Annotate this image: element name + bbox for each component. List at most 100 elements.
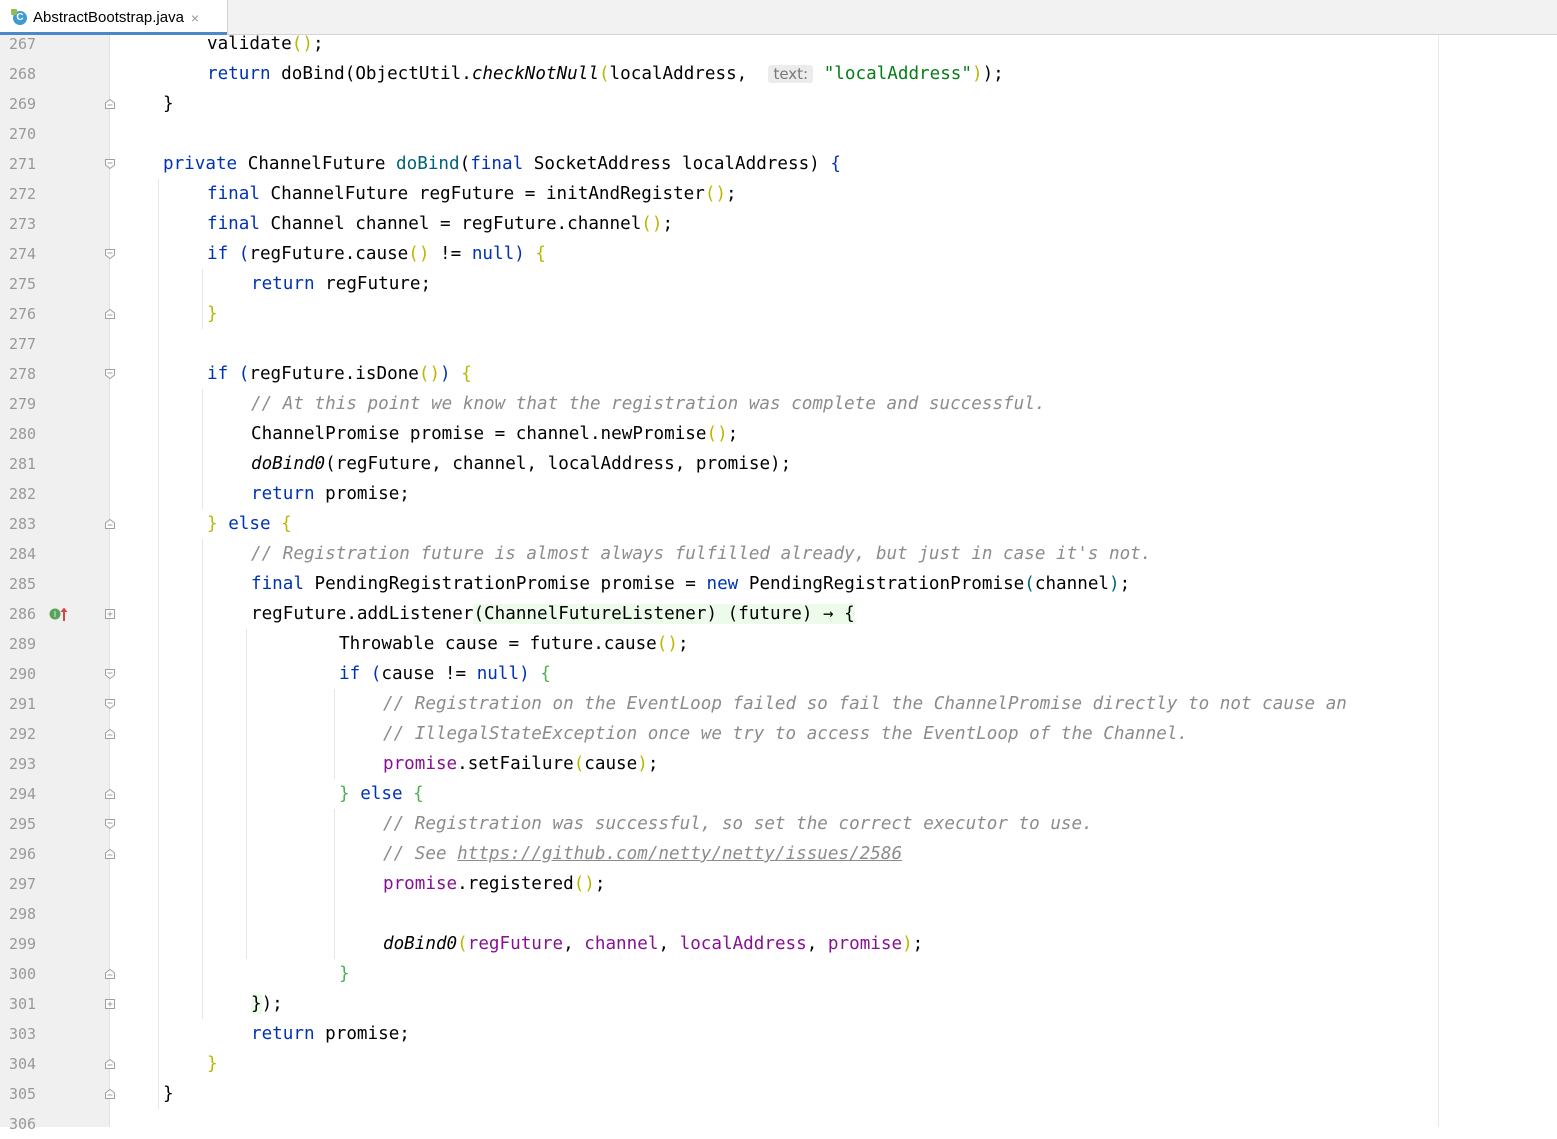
fold-start-icon[interactable] bbox=[104, 158, 116, 170]
code-line[interactable]: 294 } else { bbox=[0, 779, 1557, 809]
code-text[interactable]: doBind0(regFuture, channel, localAddress… bbox=[383, 929, 923, 959]
code-text[interactable]: } else { bbox=[339, 779, 424, 809]
code-line[interactable]: 297 promise.registered(); bbox=[0, 869, 1557, 899]
code-line[interactable]: 272 final ChannelFuture regFuture = initA… bbox=[0, 179, 1557, 209]
line-number[interactable]: 278 bbox=[9, 359, 49, 389]
code-line[interactable]: 276} bbox=[0, 299, 1557, 329]
code-line[interactable]: 278 if (regFuture.isDone()) { bbox=[0, 359, 1557, 389]
code-line[interactable]: 301}); bbox=[0, 989, 1557, 1019]
fold-end-icon[interactable] bbox=[104, 308, 116, 320]
line-number[interactable]: 279 bbox=[9, 389, 49, 419]
fold-start-icon[interactable] bbox=[104, 818, 116, 830]
close-tab-icon[interactable]: × bbox=[191, 10, 199, 26]
fold-end-icon[interactable] bbox=[104, 848, 116, 860]
line-number[interactable]: 295 bbox=[9, 809, 49, 839]
fold-start-icon[interactable] bbox=[104, 668, 116, 680]
code-text[interactable]: } bbox=[163, 1079, 174, 1109]
code-text[interactable]: } bbox=[207, 299, 218, 329]
code-line[interactable]: 295 // Registration was successful, so se… bbox=[0, 809, 1557, 839]
line-number[interactable]: 270 bbox=[9, 119, 49, 149]
code-line[interactable]: 270 bbox=[0, 119, 1557, 149]
code-line[interactable]: 285 final PendingRegistrationPromise prom… bbox=[0, 569, 1557, 599]
code-line[interactable]: 274 if (regFuture.cause() != null) { bbox=[0, 239, 1557, 269]
code-text[interactable]: final ChannelFuture regFuture = initAndR… bbox=[207, 179, 737, 209]
line-number[interactable]: 303 bbox=[9, 1019, 49, 1049]
code-line[interactable]: 286 IregFuture.addListener(ChannelFutureL… bbox=[0, 599, 1557, 629]
line-number[interactable]: 293 bbox=[9, 749, 49, 779]
fold-expand-icon[interactable] bbox=[104, 608, 116, 620]
code-line[interactable]: 293 promise.setFailure(cause); bbox=[0, 749, 1557, 779]
code-text[interactable]: promise.setFailure(cause); bbox=[383, 749, 658, 779]
code-line[interactable]: 281 doBind0(regFuture, channel, localAddr… bbox=[0, 449, 1557, 479]
line-number[interactable]: 291 bbox=[9, 689, 49, 719]
code-text[interactable]: // See https://github.com/netty/netty/is… bbox=[383, 839, 902, 869]
code-line[interactable]: 283 } else { bbox=[0, 509, 1557, 539]
code-line[interactable]: 292 // IllegalStateException once we try … bbox=[0, 719, 1557, 749]
line-number[interactable]: 272 bbox=[9, 179, 49, 209]
fold-start-icon[interactable] bbox=[104, 698, 116, 710]
code-text[interactable]: return promise; bbox=[251, 479, 410, 509]
code-line[interactable]: 303 return promise; bbox=[0, 1019, 1557, 1049]
comment-link[interactable]: https://github.com/netty/netty/issues/25… bbox=[457, 844, 902, 864]
fold-end-icon[interactable] bbox=[104, 728, 116, 740]
line-number[interactable]: 271 bbox=[9, 149, 49, 179]
code-line[interactable]: 298 bbox=[0, 899, 1557, 929]
code-text[interactable]: private ChannelFuture doBind(final Socke… bbox=[163, 149, 841, 179]
code-line[interactable]: 305} bbox=[0, 1079, 1557, 1109]
line-number[interactable]: 285 bbox=[9, 569, 49, 599]
code-text[interactable]: Throwable cause = future.cause(); bbox=[339, 629, 689, 659]
code-text[interactable]: return regFuture; bbox=[251, 269, 431, 299]
code-line[interactable]: 300} bbox=[0, 959, 1557, 989]
fold-end-icon[interactable] bbox=[104, 98, 116, 110]
line-number[interactable]: 294 bbox=[9, 779, 49, 809]
code-text[interactable]: }); bbox=[251, 989, 283, 1019]
code-text[interactable]: } bbox=[163, 89, 174, 119]
line-number[interactable]: 281 bbox=[9, 449, 49, 479]
code-line[interactable]: 290 if (cause != null) { bbox=[0, 659, 1557, 689]
line-number[interactable]: 286 bbox=[9, 599, 49, 629]
line-number[interactable]: 297 bbox=[9, 869, 49, 899]
line-number[interactable]: 274 bbox=[9, 239, 49, 269]
code-line[interactable]: 280 ChannelPromise promise = channel.newP… bbox=[0, 419, 1557, 449]
fold-start-icon[interactable] bbox=[104, 248, 116, 260]
code-line[interactable]: 299 doBind0(regFuture, channel, localAddr… bbox=[0, 929, 1557, 959]
code-text[interactable]: if (cause != null) { bbox=[339, 659, 551, 689]
line-number[interactable]: 300 bbox=[9, 959, 49, 989]
code-text[interactable]: regFuture.addListener(ChannelFutureListe… bbox=[251, 599, 855, 629]
line-number[interactable]: 282 bbox=[9, 479, 49, 509]
line-number[interactable]: 301 bbox=[9, 989, 49, 1019]
code-text[interactable]: // Registration on the EventLoop failed … bbox=[383, 689, 1347, 719]
code-line[interactable]: 268 return doBind(ObjectUtil.checkNotNull… bbox=[0, 59, 1557, 89]
line-number[interactable]: 273 bbox=[9, 209, 49, 239]
implement-method-icon[interactable]: I bbox=[48, 605, 70, 623]
code-line[interactable]: 273 final Channel channel = regFuture.cha… bbox=[0, 209, 1557, 239]
code-text[interactable]: if (regFuture.cause() != null) { bbox=[207, 239, 546, 269]
code-editor[interactable]: 267 validate(); 268 return doBind(ObjectUti… bbox=[0, 29, 1557, 1139]
line-number[interactable]: 305 bbox=[9, 1079, 49, 1109]
code-line[interactable]: 279 // At this point we know that the reg… bbox=[0, 389, 1557, 419]
code-line[interactable]: 304} bbox=[0, 1049, 1557, 1079]
code-line[interactable]: 306 bbox=[0, 1109, 1557, 1139]
line-number[interactable]: 298 bbox=[9, 899, 49, 929]
line-number[interactable]: 283 bbox=[9, 509, 49, 539]
fold-expand-icon[interactable] bbox=[104, 998, 116, 1010]
code-line[interactable]: 296 // See https://github.com/netty/netty… bbox=[0, 839, 1557, 869]
line-number[interactable]: 269 bbox=[9, 89, 49, 119]
line-number[interactable]: 292 bbox=[9, 719, 49, 749]
line-number[interactable]: 299 bbox=[9, 929, 49, 959]
line-number[interactable]: 284 bbox=[9, 539, 49, 569]
code-line[interactable]: 284 // Registration future is almost alwa… bbox=[0, 539, 1557, 569]
code-text[interactable]: } else { bbox=[207, 509, 292, 539]
code-text[interactable]: final PendingRegistrationPromise promise… bbox=[251, 569, 1130, 599]
line-number[interactable]: 275 bbox=[9, 269, 49, 299]
fold-end-icon[interactable] bbox=[104, 1058, 116, 1070]
line-number[interactable]: 306 bbox=[9, 1109, 49, 1139]
code-text[interactable]: promise.registered(); bbox=[383, 869, 605, 899]
code-text[interactable]: return doBind(ObjectUtil.checkNotNull(lo… bbox=[207, 59, 1004, 89]
code-line[interactable]: 277 bbox=[0, 329, 1557, 359]
code-line[interactable]: 289 Throwable cause = future.cause(); bbox=[0, 629, 1557, 659]
code-line[interactable]: 269} bbox=[0, 89, 1557, 119]
code-text[interactable]: doBind0(regFuture, channel, localAddress… bbox=[251, 449, 791, 479]
code-text[interactable]: // Registration future is almost always … bbox=[251, 539, 1151, 569]
line-number[interactable]: 290 bbox=[9, 659, 49, 689]
